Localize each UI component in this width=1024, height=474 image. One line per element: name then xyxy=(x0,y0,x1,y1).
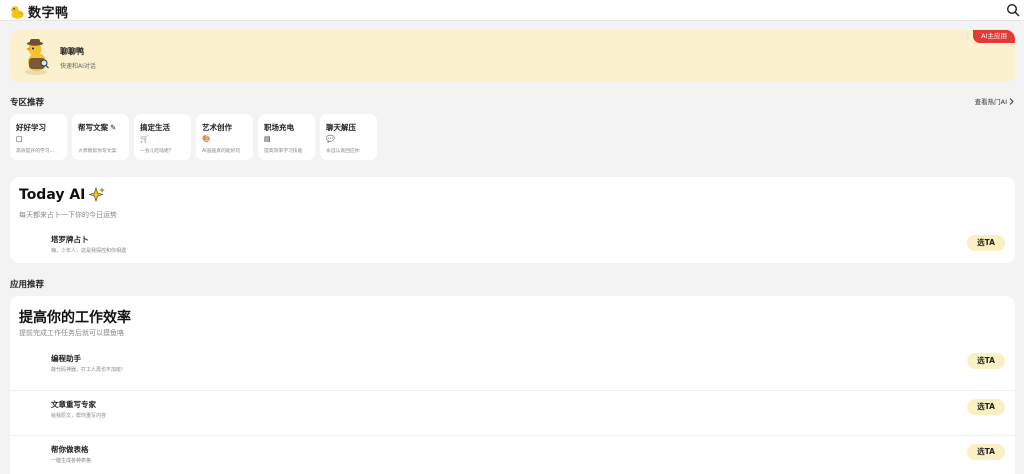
efficiency-subtitle: 提前完成工作任务后就可以摸鱼咯 xyxy=(19,329,124,337)
app-row-tarot[interactable]: 塔罗牌占卜 嗨，少年人，这是我探控和你相遇 选TA xyxy=(10,227,1015,271)
brand-name: 数字鸭 xyxy=(28,6,69,21)
main-app-banner[interactable]: 聊聊鸭 快速和AI对话 AI主应用 xyxy=(10,30,1015,82)
zone-desc: 永远认真回应你 xyxy=(326,149,360,154)
efficiency-card: 提高你的工作效率 提前完成工作任务后就可以摸鱼咯 编程助手 敲代码神器，打工人再… xyxy=(10,296,1015,474)
shopping-cart-icon: 🛒 xyxy=(140,135,149,143)
banner-subtitle: 快速和AI对话 xyxy=(60,63,96,70)
pick-button[interactable]: 选TA xyxy=(967,235,1005,251)
app-row-coding-assistant[interactable]: 编程助手 敲代码神器，打工人再也不加班! 选TA xyxy=(10,346,1015,390)
zone-card-life[interactable]: 搞定生活 🛒 一会儿吃啥呢? xyxy=(134,114,191,160)
notebook-icon: □ xyxy=(16,135,23,143)
app-desc: 敲代码神器，打工人再也不加班! xyxy=(51,367,124,373)
speech-bubble-icon: 💬 xyxy=(326,135,335,143)
brand-logo[interactable]: 数字鸭 xyxy=(9,2,69,21)
app-name: 帮你做表格 xyxy=(51,445,89,454)
app-row-article-rewrite[interactable]: 文章重写专家 给我原文，帮你重写内容 选TA xyxy=(10,390,1015,434)
pencil-icon: ✎ xyxy=(110,123,117,132)
ledger-icon: ▤ xyxy=(264,135,271,143)
app-row-table-maker[interactable]: 帮你做表格 一键生成各种表格 选TA xyxy=(10,435,1015,474)
search-icon[interactable] xyxy=(1006,3,1020,17)
zone-desc: 高效提升的学习... xyxy=(16,149,55,154)
efficiency-title: 提高你的工作效率 xyxy=(19,310,131,326)
today-ai-title-row: Today AI xyxy=(19,187,106,203)
zone-title: 艺术创作 xyxy=(202,123,232,132)
zone-title: 职场充电 xyxy=(264,123,294,132)
pick-button[interactable]: 选TA xyxy=(967,444,1005,460)
zone-card-copywriting[interactable]: 帮写文案 ✎ 大师教帮你写文案 xyxy=(72,114,129,160)
zone-title-row: 帮写文案 ✎ xyxy=(78,122,123,133)
zone-desc: 提高效率学习技能 xyxy=(264,149,303,154)
apps-section-title: 应用推荐 xyxy=(10,280,45,290)
app-name: 编程助手 xyxy=(51,354,81,363)
app-desc: 一键生成各种表格 xyxy=(51,458,92,464)
zone-title: 好好学习 xyxy=(16,123,46,132)
today-ai-card: Today AI 每天都来占卜一下你的今日运势 塔罗牌占卜 嗨，少年人，这是我探… xyxy=(10,177,1015,263)
duck-logo-icon xyxy=(10,5,24,19)
zones-section-title: 专区推荐 xyxy=(10,98,45,108)
zone-desc: 一会儿吃啥呢? xyxy=(140,149,172,154)
app-name: 塔罗牌占卜 xyxy=(51,235,89,244)
zone-title: 搞定生活 xyxy=(140,123,170,132)
zone-card-art[interactable]: 艺术创作 🎨 AI画画真的能好玩 xyxy=(196,114,253,160)
see-more-label: 查看热门AI xyxy=(974,98,1007,106)
zone-title: 帮写文案 xyxy=(78,123,108,132)
pick-button[interactable]: 选TA xyxy=(967,353,1005,369)
zone-card-chat[interactable]: 聊天解压 💬 永远认真回应你 xyxy=(320,114,377,160)
zone-list: 好好学习 □ 高效提升的学习... 帮写文案 ✎ 大师教帮你写文案 搞定生活 🛒… xyxy=(10,114,377,160)
banner-badge: AI主应用 xyxy=(973,30,1015,43)
palette-icon: 🎨 xyxy=(202,135,211,143)
today-ai-subtitle: 每天都来占卜一下你的今日运势 xyxy=(19,211,117,219)
app-desc: 给我原文，帮你重写内容 xyxy=(51,413,107,419)
see-hot-ai-link[interactable]: 查看热门AI xyxy=(975,96,1014,106)
banner-title: 聊聊鸭 xyxy=(60,47,84,56)
top-bar: 数字鸭 xyxy=(0,0,1024,21)
duck-detective-avatar xyxy=(25,39,49,75)
zone-desc: 大师教帮你写文案 xyxy=(78,149,117,154)
today-ai-title: Today AI xyxy=(19,187,86,203)
zone-desc: AI画画真的能好玩 xyxy=(202,149,241,154)
app-desc: 嗨，少年人，这是我探控和你相遇 xyxy=(51,248,127,254)
app-name: 文章重写专家 xyxy=(51,400,96,409)
zone-card-career[interactable]: 职场充电 ▤ 提高效率学习技能 xyxy=(258,114,315,160)
zone-card-study[interactable]: 好好学习 □ 高效提升的学习... xyxy=(10,114,67,160)
sparkle-icon xyxy=(89,187,106,202)
pick-button[interactable]: 选TA xyxy=(967,399,1005,415)
chevron-right-icon xyxy=(1009,97,1014,105)
zone-title: 聊天解压 xyxy=(326,123,356,132)
